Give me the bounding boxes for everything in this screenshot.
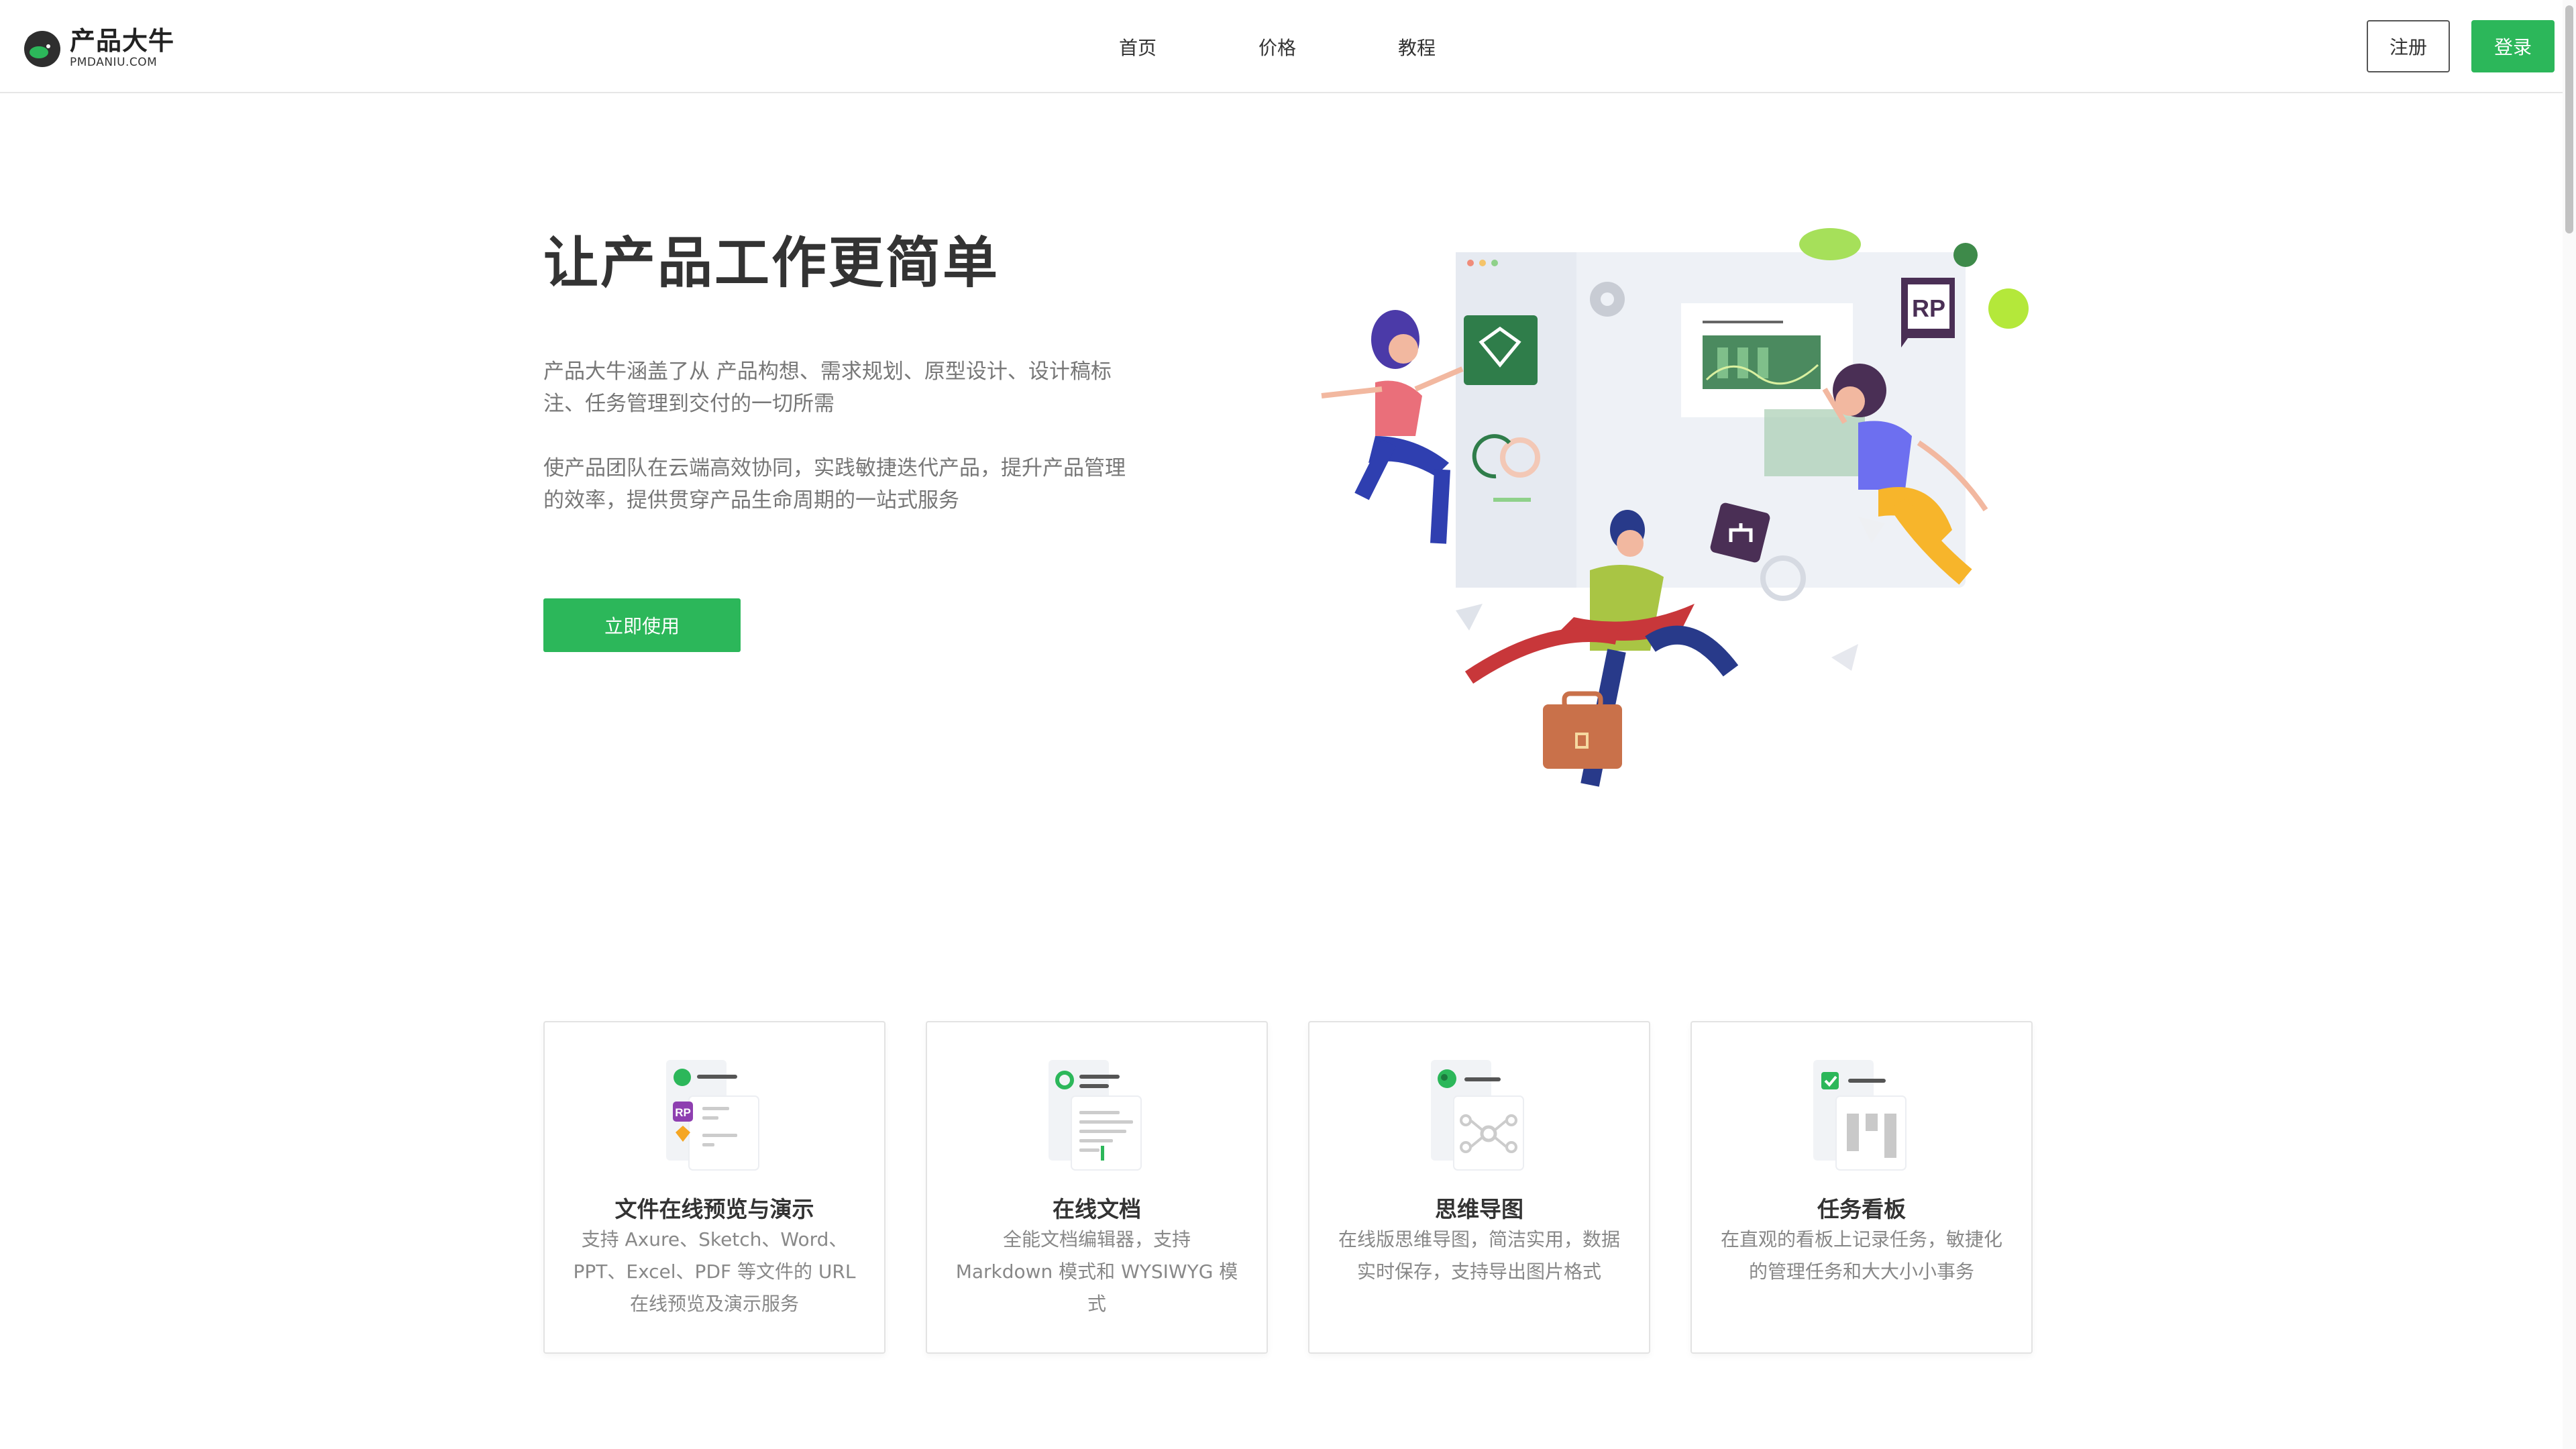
hero-title: 让产品工作更简单 [543,231,1000,295]
kanban-icon [1809,1055,1917,1175]
hero-illustration: RP [1295,221,2046,879]
feature-card-mindmap[interactable]: 思维导图 在线版思维导图，简洁实用，数据实时保存，支持导出图片格式 [1308,1021,1650,1354]
logo-name-en: PMDANIU.COM [70,56,158,69]
top-navbar: 产品大牛 PMDANIU.COM 首页 价格 教程 注册 登录 [0,0,2576,93]
login-button[interactable]: 登录 [2471,20,2555,72]
mindmap-icon [1427,1055,1534,1175]
bull-logo-icon [21,27,63,68]
file-preview-icon: RP [662,1055,769,1175]
feature-title: 在线文档 [1053,1196,1141,1222]
feature-card-file-preview[interactable]: RP 文件在线预览与演示 支持 Axure、Sketch、Word、PPT、Ex… [543,1021,885,1354]
logo-text: 产品大牛 PMDANIU.COM [70,26,174,69]
file-preview-rp-text: RP [675,1106,691,1119]
feature-description: 支持 Axure、Sketch、Word、PPT、Excel、PDF 等文件的 … [573,1228,856,1315]
nav-home[interactable]: 首页 [1119,34,1157,60]
feature-description: 在线版思维导图，简洁实用，数据实时保存，支持导出图片格式 [1338,1228,1620,1283]
feature-title: 任务看板 [1817,1196,1906,1222]
hero-paragraph-1: 产品大牛涵盖了从 产品构想、需求规划、原型设计、设计稿标注、任务管理到交付的一切… [543,360,1112,416]
feature-title: 文件在线预览与演示 [614,1196,814,1222]
start-now-button[interactable]: 立即使用 [543,598,741,652]
feature-card-online-doc[interactable]: 在线文档 全能文档编辑器，支持 Markdown 模式和 WYSIWYG 模式 [926,1021,1268,1354]
page-scrollbar[interactable] [2563,0,2576,1449]
document-icon [1044,1055,1152,1175]
feature-description: 全能文档编辑器，支持 Markdown 模式和 WYSIWYG 模式 [955,1228,1238,1315]
nav-tutorials[interactable]: 教程 [1398,34,1436,60]
feature-title: 思维导图 [1435,1196,1523,1222]
scrollbar-thumb[interactable] [2565,5,2573,233]
register-button[interactable]: 注册 [2367,20,2450,72]
logo-name-cn: 产品大牛 [70,26,175,56]
brand-logo[interactable]: 产品大牛 PMDANIU.COM [21,24,174,71]
feature-card-kanban[interactable]: 任务看板 在直观的看板上记录任务，敏捷化的管理任务和大大小小事务 [1690,1021,2033,1354]
feature-description: 在直观的看板上记录任务，敏捷化的管理任务和大大小小事务 [1720,1228,2002,1283]
illustration-rp-text: RP [1912,294,1945,322]
hero-paragraph-2: 使产品团队在云端高效协同，实践敏捷迭代产品，提升产品管理的效率，提供贯穿产品生命… [543,456,1126,513]
nav-pricing[interactable]: 价格 [1258,34,1296,60]
